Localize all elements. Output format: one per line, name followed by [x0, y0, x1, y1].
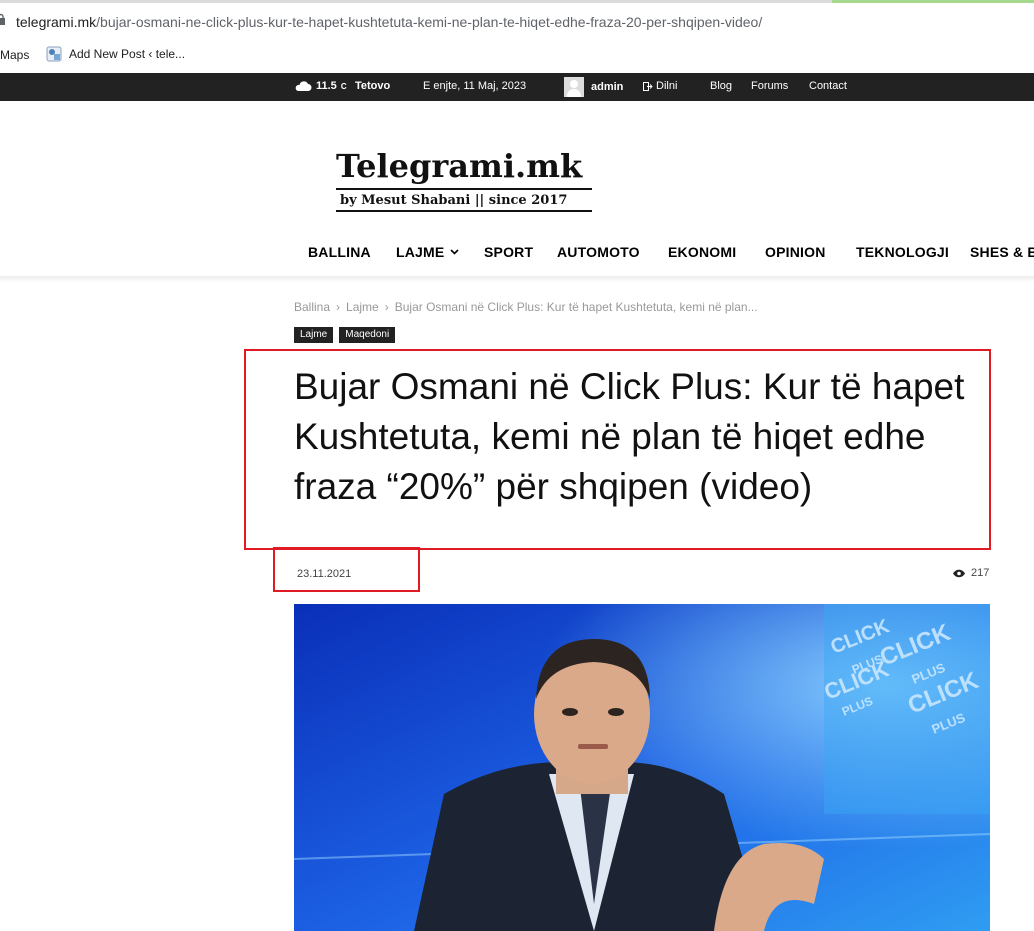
logo-title: Telegrami.mk [336, 147, 583, 185]
bookmark-label: Add New Post ‹ tele... [69, 47, 186, 61]
active-tab-indicator [832, 0, 1034, 3]
logout-label: Dilni [656, 80, 678, 92]
breadcrumb-category[interactable]: Lajme [346, 300, 379, 314]
highlight-box-date [273, 547, 420, 592]
username: admin [591, 81, 624, 93]
view-count: 217 [952, 567, 989, 579]
weather-city: Tetovo [355, 80, 391, 92]
nav-item-opinion[interactable]: OPINION [765, 244, 826, 260]
nav-item-ballina[interactable]: BALLINA [308, 244, 371, 260]
site-topbar: 11.5 C Tetovo E enjte, 11 Maj, 2023 admin… [0, 73, 1034, 101]
nav-item-sport[interactable]: SPORT [484, 244, 533, 260]
address-bar[interactable]: telegrami.mk/bujar-osmani-ne-click-plus-… [0, 0, 1034, 45]
article-hero-image[interactable]: CLICK PLUS CLICK PLUS CLICK PLUS CLICK P… [294, 604, 990, 931]
url-text[interactable]: telegrami.mk/bujar-osmani-ne-click-plus-… [16, 14, 762, 30]
url-path: /bujar-osmani-ne-click-plus-kur-te-hapet… [96, 14, 763, 30]
nav-item-ekonomi[interactable]: EKONOMI [668, 244, 736, 260]
nav-item-shes[interactable]: SHES & BL [970, 244, 1034, 260]
tag-maqedoni[interactable]: Maqedoni [339, 327, 396, 343]
main-navigation: BALLINA LAJME SPORT AUTOMOTO EKONOMI OPI… [0, 232, 1034, 276]
current-date: E enjte, 11 Maj, 2023 [423, 80, 527, 92]
nav-shadow [0, 276, 1034, 282]
weather-widget: 11.5 C [294, 80, 347, 92]
topbar-link-blog[interactable]: Blog [710, 80, 732, 92]
bookmarks-bar: Maps Add New Post ‹ tele... [0, 42, 1034, 72]
logo-subtitle: by Mesut Shabani || since 2017 [340, 193, 568, 208]
lock-icon [0, 13, 5, 25]
tag-lajme[interactable]: Lajme [294, 327, 334, 343]
eye-icon [953, 569, 965, 577]
cloud-icon [295, 81, 312, 91]
tab-strip-edge [0, 0, 832, 3]
nav-item-lajme[interactable]: LAJME [396, 244, 460, 260]
bookmark-maps[interactable]: Maps [0, 48, 29, 62]
topbar-link-forums[interactable]: Forums [751, 80, 788, 92]
site-logo[interactable]: Telegrami.mk by Mesut Shabani || since 2… [336, 148, 592, 212]
breadcrumb: Ballina › Lajme › Bujar Osmani në Click Plus… [294, 300, 758, 314]
views-number: 217 [971, 567, 990, 579]
url-host: telegrami.mk [16, 14, 97, 30]
topbar-link-contact[interactable]: Contact [809, 80, 847, 92]
chevron-down-icon [450, 249, 460, 255]
avatar [564, 77, 584, 97]
temperature: 11.5 [316, 80, 337, 92]
nav-item-automoto[interactable]: AUTOMOTO [557, 244, 640, 260]
temperature-unit: C [340, 81, 347, 91]
highlight-box-title [244, 349, 991, 550]
logo-divider-bottom [336, 210, 592, 212]
user-account[interactable]: admin [564, 77, 623, 97]
logo-divider [336, 188, 592, 190]
breadcrumb-current: Bujar Osmani në Click Plus: Kur të hapet… [394, 300, 758, 314]
wordpress-admin-icon [46, 46, 62, 62]
category-tags: Lajme Maqedoni [294, 327, 396, 343]
nav-item-label: LAJME [396, 244, 445, 260]
breadcrumb-home[interactable]: Ballina [294, 300, 330, 314]
logout-icon [643, 81, 653, 91]
bookmark-add-new-post[interactable]: Add New Post ‹ tele... [46, 46, 185, 62]
nav-item-teknologji[interactable]: TEKNOLOGJI [856, 244, 949, 260]
logout-link[interactable]: Dilni [643, 80, 677, 92]
